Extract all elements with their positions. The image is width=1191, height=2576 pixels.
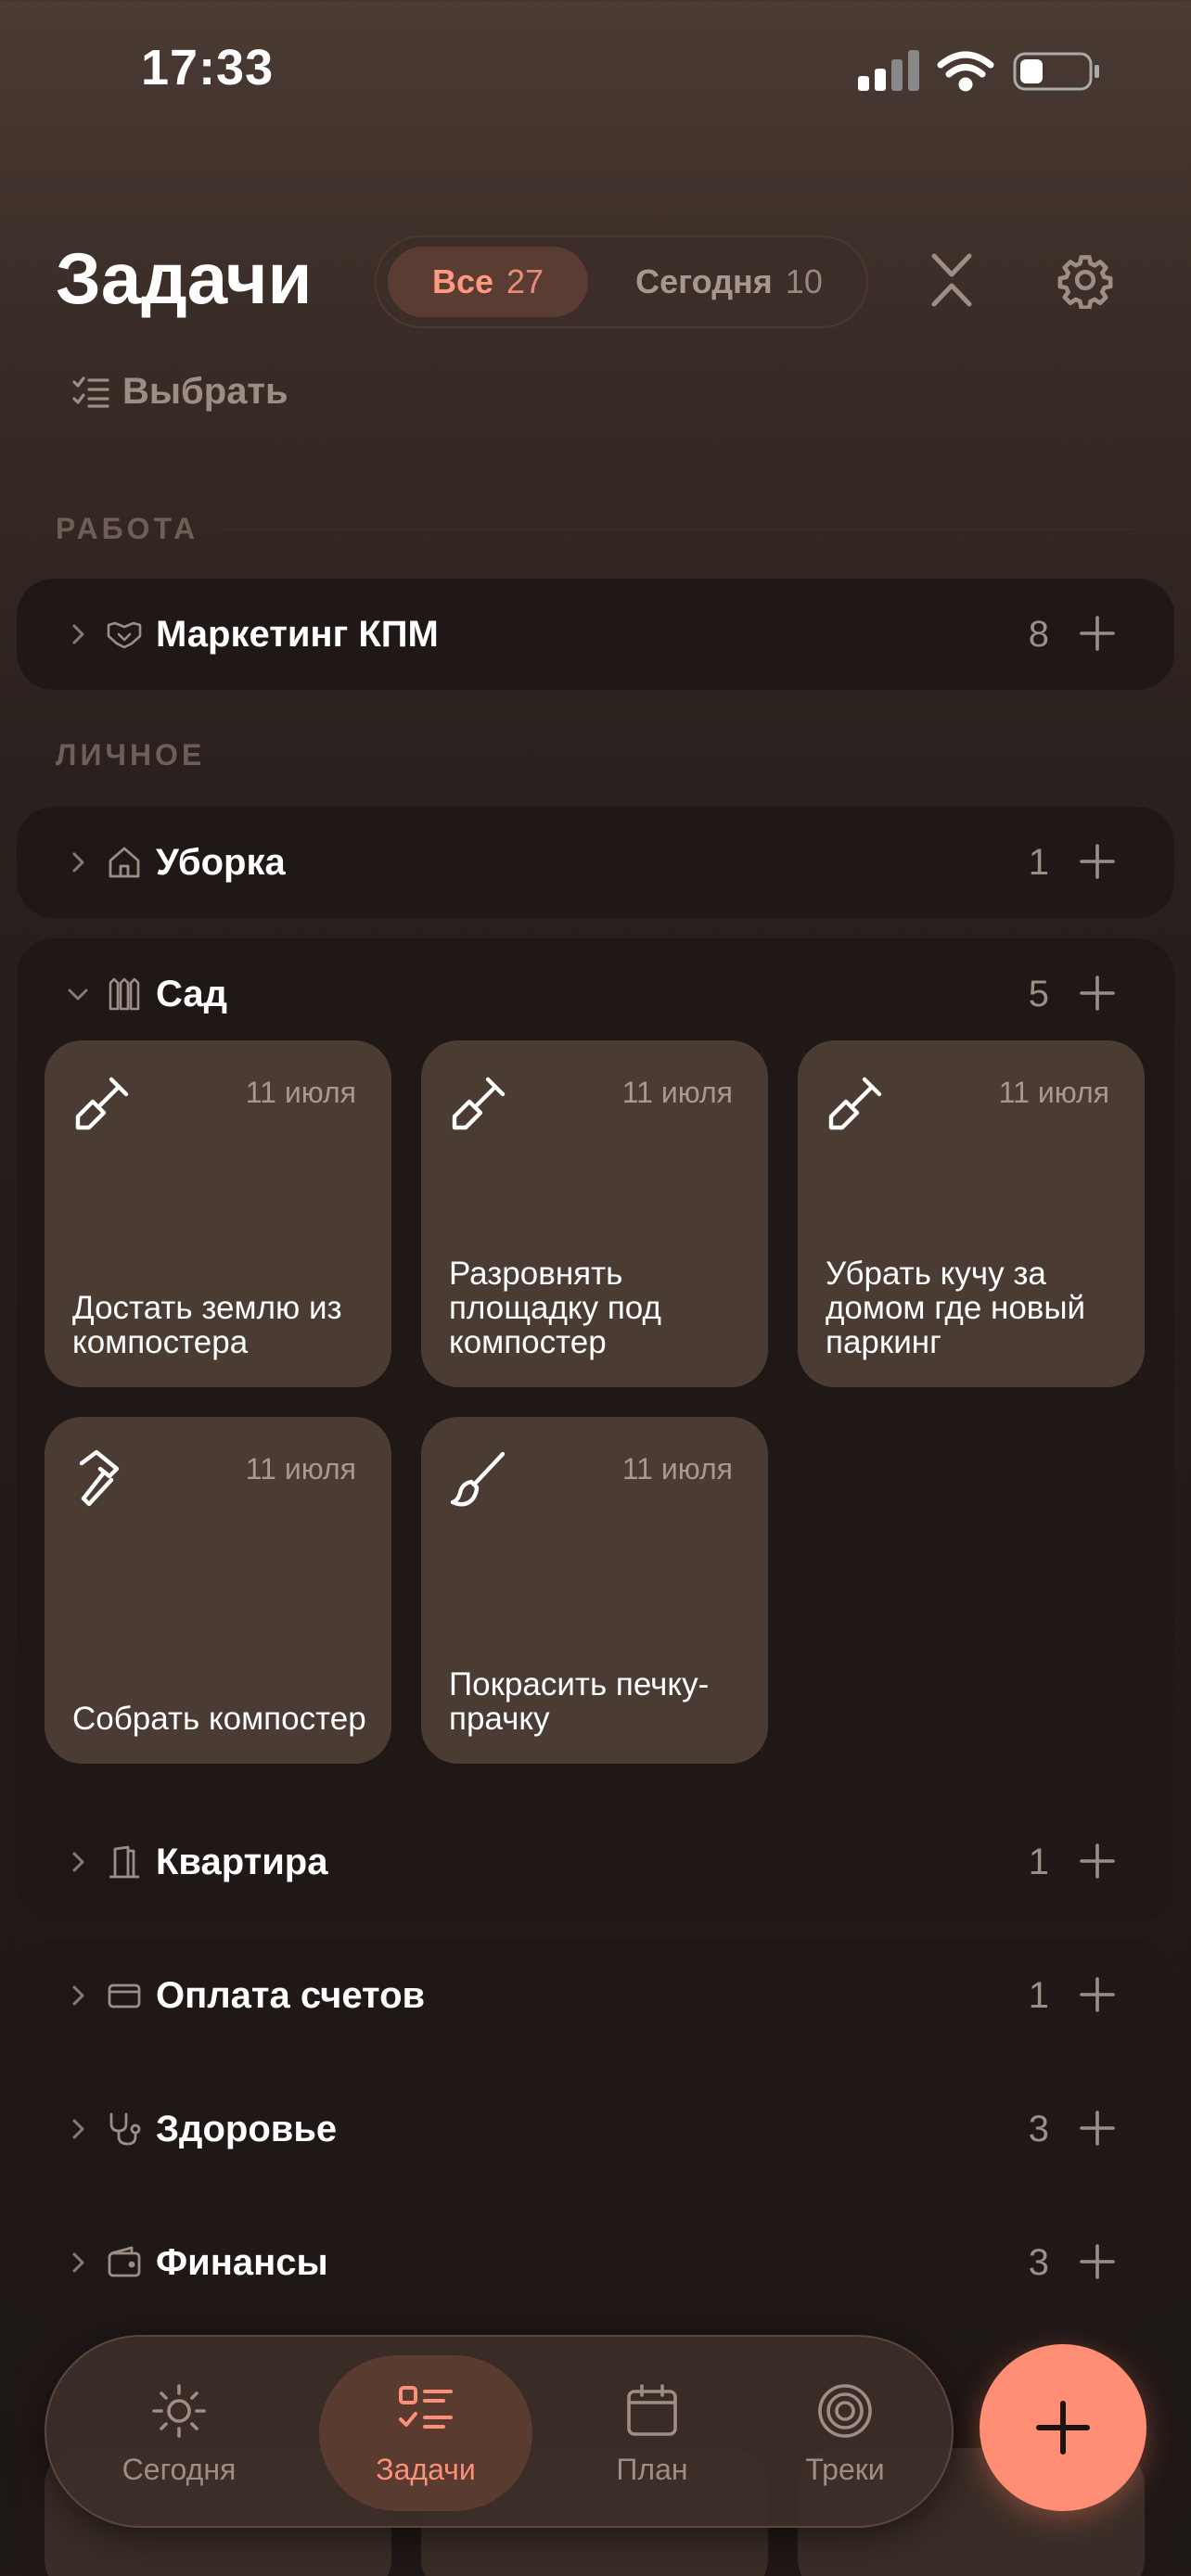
- task-date: 11 июля: [998, 1076, 1109, 1109]
- group-count: 3: [1028, 2109, 1049, 2149]
- shovel-icon: [452, 1077, 506, 1130]
- task-card[interactable]: 11 июля Собрать компостер: [45, 1417, 391, 1764]
- chevron-right-icon: [72, 852, 84, 873]
- wifi-icon: [937, 51, 994, 92]
- group-name: Оплата счетов: [156, 1975, 426, 2016]
- house-icon: [109, 847, 140, 878]
- section-label-work: РАБОТА: [56, 512, 199, 545]
- group-name: Маркетинг КПМ: [156, 614, 439, 655]
- add-task-plus-icon[interactable]: [1078, 2109, 1117, 2148]
- wallet-icon: [108, 2246, 141, 2277]
- status-icons: [858, 50, 1099, 92]
- plus-icon: [1036, 2401, 1090, 2455]
- add-task-plus-icon[interactable]: [1078, 1975, 1117, 2014]
- task-card[interactable]: 11 июля Разровнять площадку под компосте…: [421, 1040, 768, 1387]
- signal-icon: [858, 50, 919, 91]
- group-health[interactable]: Здоровье 3: [17, 2073, 1174, 2185]
- group-name: Финансы: [156, 2242, 328, 2283]
- filter-all-label: Все: [431, 262, 493, 300]
- select-label: Выбрать: [122, 371, 288, 412]
- group-finance[interactable]: Финансы 3: [17, 2207, 1174, 2318]
- group-count: 8: [1028, 614, 1049, 655]
- door-icon: [109, 1845, 139, 1879]
- calendar-icon: [627, 2383, 677, 2436]
- group-name: Квартира: [156, 1842, 328, 1882]
- shovel-icon: [75, 1077, 129, 1130]
- task-title: Собрать компостер: [72, 1701, 366, 1737]
- target-icon: [818, 2383, 872, 2438]
- task-list-icon: [399, 2385, 453, 2429]
- collapse-all-icon[interactable]: [915, 243, 989, 317]
- group-name: Сад: [156, 974, 228, 1014]
- add-task-plus-icon[interactable]: [1078, 2242, 1117, 2281]
- chevron-right-icon: [72, 1852, 84, 1872]
- sun-icon: [152, 2383, 206, 2438]
- task-date: 11 июля: [621, 1452, 733, 1486]
- filter-today-count: 10: [785, 262, 823, 300]
- chevron-right-icon: [72, 624, 84, 644]
- task-title: Покрасить печку-прачку: [449, 1666, 710, 1737]
- chevron-right-icon: [72, 2119, 84, 2139]
- checklist-icon: [72, 376, 109, 408]
- add-task-plus-icon[interactable]: [1078, 842, 1117, 881]
- filter-all-button[interactable]: Все 27: [388, 247, 588, 317]
- page-title: Задачи: [56, 237, 313, 319]
- tab-tracks[interactable]: Треки: [738, 2355, 952, 2511]
- gear-icon[interactable]: [1048, 243, 1122, 317]
- filter-today-button[interactable]: Сегодня 10: [599, 247, 859, 317]
- task-date: 11 июля: [245, 1076, 356, 1109]
- task-card[interactable]: 11 июля Покрасить печку-прачку: [421, 1417, 768, 1764]
- group-apartment[interactable]: Квартира 1: [17, 1806, 1174, 1918]
- tab-tasks[interactable]: Задачи: [319, 2355, 532, 2511]
- group-garden-header[interactable]: Сад 5: [17, 938, 1174, 1050]
- handshake-icon: [107, 621, 142, 649]
- group-count: 1: [1028, 1842, 1049, 1882]
- group-name: Здоровье: [156, 2109, 338, 2149]
- filter-all-count: 27: [506, 262, 544, 300]
- chevron-down-icon: [68, 988, 88, 1001]
- bottom-tab-bar: Сегодня Задачи План Треки: [45, 2335, 954, 2528]
- tab-today[interactable]: Сегодня: [72, 2355, 286, 2511]
- task-title: Достать землю из компостера: [72, 1290, 342, 1360]
- tab-label: Сегодня: [122, 2452, 237, 2486]
- group-garden-expanded: Сад 5 11 июля Достать землю из компостер…: [17, 938, 1174, 1921]
- add-task-plus-icon[interactable]: [1078, 614, 1117, 653]
- task-date: 11 июля: [245, 1452, 356, 1486]
- brush-icon: [450, 1451, 506, 1507]
- group-count: 5: [1028, 974, 1049, 1014]
- stethoscope-icon: [109, 2112, 141, 2146]
- filter-segmented-control: Все 27 Сегодня 10: [375, 236, 868, 328]
- status-time: 17:33: [141, 40, 275, 96]
- select-button[interactable]: Выбрать: [72, 371, 288, 413]
- tab-label: План: [616, 2452, 688, 2486]
- credit-card-icon: [108, 1983, 141, 2009]
- add-task-plus-icon[interactable]: [1078, 1842, 1117, 1881]
- group-bills[interactable]: Оплата счетов 1: [17, 1940, 1174, 2051]
- group-count: 1: [1028, 842, 1049, 883]
- tab-label: Задачи: [376, 2452, 476, 2486]
- section-divider: [223, 529, 1132, 530]
- filter-today-label: Сегодня: [635, 262, 773, 300]
- task-title: Разровнять площадку под компостер: [449, 1256, 661, 1360]
- task-title: Убрать кучу за домом где новый паркинг: [826, 1256, 1086, 1360]
- add-task-plus-icon[interactable]: [1078, 974, 1117, 1013]
- group-count: 3: [1028, 2242, 1049, 2283]
- tab-plan[interactable]: План: [545, 2355, 759, 2511]
- section-label-personal: ЛИЧНОЕ: [56, 738, 206, 772]
- task-card[interactable]: 11 июля Достать землю из компостера: [45, 1040, 391, 1387]
- chevron-right-icon: [72, 1985, 84, 2006]
- task-date: 11 июля: [621, 1076, 733, 1109]
- task-card[interactable]: 11 июля Убрать кучу за домом где новый п…: [798, 1040, 1145, 1387]
- tab-label: Треки: [805, 2452, 885, 2486]
- add-task-fab[interactable]: [980, 2344, 1146, 2511]
- fence-icon: [109, 977, 140, 1011]
- group-name: Уборка: [156, 842, 286, 883]
- group-marketing[interactable]: Маркетинг КПМ 8: [17, 579, 1174, 690]
- chevron-right-icon: [72, 2252, 84, 2273]
- battery-icon: [1013, 52, 1099, 91]
- group-count: 1: [1028, 1975, 1049, 2016]
- hammer-icon: [79, 1449, 120, 1507]
- group-cleaning[interactable]: Уборка 1: [17, 807, 1174, 918]
- shovel-icon: [828, 1077, 882, 1130]
